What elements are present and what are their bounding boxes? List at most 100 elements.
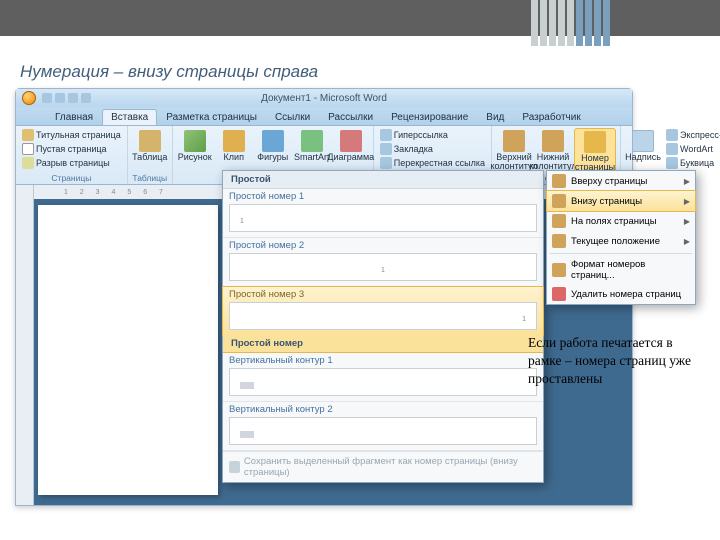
ruler-vertical [16,185,34,505]
tab-developer[interactable]: Разработчик [513,109,589,125]
menu-item-current-position[interactable]: Текущее положение▶ [547,231,695,251]
blank-page-button[interactable]: Пустая страница [20,142,123,156]
gallery-item-label: Вертикальный контур 1 [229,355,537,366]
cross-ref-icon [380,157,392,169]
gallery-item-label: Простой номер 1 [229,191,537,202]
textbox-label: Надпись [625,153,661,162]
menu-label: Текущее положение [571,236,660,247]
table-button[interactable]: Таблица [132,128,168,173]
gallery-preview [229,417,537,445]
bookmark-label: Закладка [394,144,433,154]
header-button[interactable]: Верхний колонтитул [496,128,532,173]
menu-separator [550,253,692,254]
tab-home[interactable]: Главная [46,109,102,125]
express-button[interactable]: Экспресс-б [664,128,720,142]
group-pages-title: Страницы [20,173,123,184]
header-icon [503,130,525,152]
bookmark-icon [380,143,392,155]
tab-view[interactable]: Вид [477,109,513,125]
gallery-item-label: Вертикальный контур 2 [229,404,537,415]
gallery-footer-label: Сохранить выделенный фрагмент как номер … [244,456,537,478]
cover-page-button[interactable]: Титульная страница [20,128,123,142]
tab-insert[interactable]: Вставка [102,109,157,125]
page-number-gallery: Простой Простой номер 1 1 Простой номер … [222,170,544,483]
menu-item-remove-numbers[interactable]: Удалить номера страниц [547,284,695,304]
cross-ref-label: Перекрестная ссылка [394,158,485,168]
save-icon [229,461,240,473]
menu-item-page-margins[interactable]: На полях страницы ▶ [547,211,695,231]
gallery-item-simple-3[interactable]: Простой номер 3 1 [222,286,544,336]
footer-label: Нижний колонтитул [529,153,576,171]
group-tables-title: Таблицы [132,173,168,184]
menu-label: Удалить номера страниц [571,289,681,300]
format-icon [552,263,566,277]
clipart-label: Клип [224,153,244,162]
gallery-item-vertical-2[interactable]: Вертикальный контур 2 [223,402,543,451]
gallery-category-simple: Простой [223,171,543,189]
smartart-button[interactable]: SmartArt [294,128,330,173]
cover-page-label: Титульная страница [36,130,121,140]
menu-item-bottom-of-page[interactable]: Внизу страницы ▶ [546,190,696,212]
office-button[interactable] [22,91,36,105]
wordart-button[interactable]: WordArt [664,142,720,156]
hyperlink-button[interactable]: Гиперссылка [378,128,487,142]
gallery-item-label: Простой номер 2 [229,240,537,251]
table-icon [139,130,161,152]
cross-ref-button[interactable]: Перекрестная ссылка [378,156,487,170]
menu-item-top-of-page[interactable]: Вверху страницы ▶ [547,171,695,191]
picture-icon [184,130,206,152]
slide-annotation: Если работа печатается в рамке – номера … [528,334,698,389]
top-page-icon [552,174,566,188]
menu-label: На полях страницы [571,216,657,227]
smartart-icon [301,130,323,152]
express-icon [666,129,678,141]
menu-label: Формат номеров страниц... [571,259,690,281]
gallery-item-simple-2[interactable]: Простой номер 2 1 [223,238,543,287]
tab-references[interactable]: Ссылки [266,109,319,125]
gallery-preview [229,368,537,396]
menu-item-format-numbers[interactable]: Формат номеров страниц... [547,256,695,284]
gallery-item-vertical-1[interactable]: Вертикальный контур 1 [223,353,543,402]
blank-page-icon [22,143,34,155]
shapes-button[interactable]: Фигуры [255,128,291,173]
tab-layout[interactable]: Разметка страницы [157,109,266,125]
picture-button[interactable]: Рисунок [177,128,213,173]
ribbon-tabs: Главная Вставка Разметка страницы Ссылки… [16,107,632,125]
tab-mailings[interactable]: Рассылки [319,109,382,125]
menu-label: Вверху страницы [571,176,647,187]
group-pages: Титульная страница Пустая страница Разры… [16,126,128,184]
current-pos-icon [552,234,566,248]
clipart-button[interactable]: Клип [216,128,252,173]
gallery-save-selection[interactable]: Сохранить выделенный фрагмент как номер … [223,451,543,482]
chevron-right-icon: ▶ [684,197,690,206]
quick-access-toolbar[interactable] [42,93,91,103]
chart-icon [340,130,362,152]
shapes-label: Фигуры [257,153,288,162]
gallery-selected-caption: Простой номер [223,335,543,353]
gallery-item-simple-1[interactable]: Простой номер 1 1 [223,189,543,238]
chart-button[interactable]: Диаграмма [333,128,369,173]
express-label: Экспресс-б [680,130,720,140]
menu-label: Внизу страницы [571,196,642,207]
page-number-button[interactable]: Номер страницы [574,128,616,173]
gallery-preview: 1 [229,302,537,330]
margins-icon [552,214,566,228]
tab-review[interactable]: Рецензирование [382,109,477,125]
chevron-right-icon: ▶ [684,217,690,226]
dropcap-button[interactable]: Буквица [664,156,720,170]
chevron-right-icon: ▶ [684,177,690,186]
group-tables: Таблица Таблицы [128,126,173,184]
page-break-button[interactable]: Разрыв страницы [20,156,123,170]
shapes-icon [262,130,284,152]
bookmark-button[interactable]: Закладка [378,142,487,156]
gallery-preview: 1 [229,253,537,281]
hyperlink-icon [380,129,392,141]
footer-button[interactable]: Нижний колонтитул [535,128,571,173]
gallery-item-label: Простой номер 3 [229,289,537,300]
document-page[interactable] [38,205,218,495]
chart-label: Диаграмма [327,153,374,162]
page-number-menu: Вверху страницы ▶ Внизу страницы ▶ На поля… [546,170,696,305]
page-number-icon [584,131,606,153]
titlebar: Документ1 - Microsoft Word [16,89,632,107]
hyperlink-label: Гиперссылка [394,130,448,140]
